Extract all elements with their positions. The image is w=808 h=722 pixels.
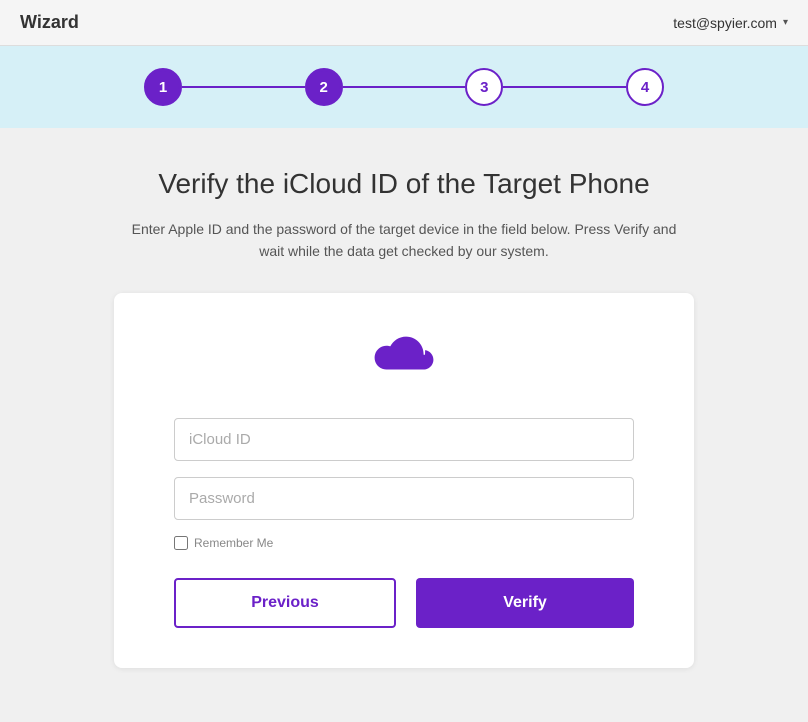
user-email: test@spyier.com <box>673 15 777 31</box>
verify-button[interactable]: Verify <box>416 578 634 628</box>
step-line-2-3 <box>343 86 466 88</box>
page-title: Verify the iCloud ID of the Target Phone <box>158 168 649 200</box>
step-line-1-2 <box>182 86 305 88</box>
previous-button[interactable]: Previous <box>174 578 396 628</box>
step-4: 4 <box>626 68 664 106</box>
icloud-id-input[interactable] <box>174 418 634 461</box>
chevron-down-icon: ▾ <box>783 17 788 28</box>
button-row: Previous Verify <box>174 578 634 628</box>
header: Wizard test@spyier.com ▾ <box>0 0 808 46</box>
page-description: Enter Apple ID and the password of the t… <box>124 218 684 263</box>
main-content: Verify the iCloud ID of the Target Phone… <box>0 128 808 698</box>
password-input[interactable] <box>174 477 634 520</box>
step-1: 1 <box>144 68 182 106</box>
form-card: Remember Me Previous Verify <box>114 293 694 668</box>
step-3: 3 <box>465 68 503 106</box>
step-2: 2 <box>305 68 343 106</box>
remember-me-checkbox[interactable] <box>174 536 188 550</box>
user-menu[interactable]: test@spyier.com ▾ <box>673 15 788 31</box>
stepper: 1 2 3 4 <box>144 68 664 106</box>
remember-me-row: Remember Me <box>174 536 273 550</box>
header-title: Wizard <box>20 12 79 33</box>
step-line-3-4 <box>503 86 626 88</box>
remember-me-label[interactable]: Remember Me <box>194 536 273 550</box>
cloud-icon <box>369 333 439 390</box>
stepper-bar: 1 2 3 4 <box>0 46 808 128</box>
